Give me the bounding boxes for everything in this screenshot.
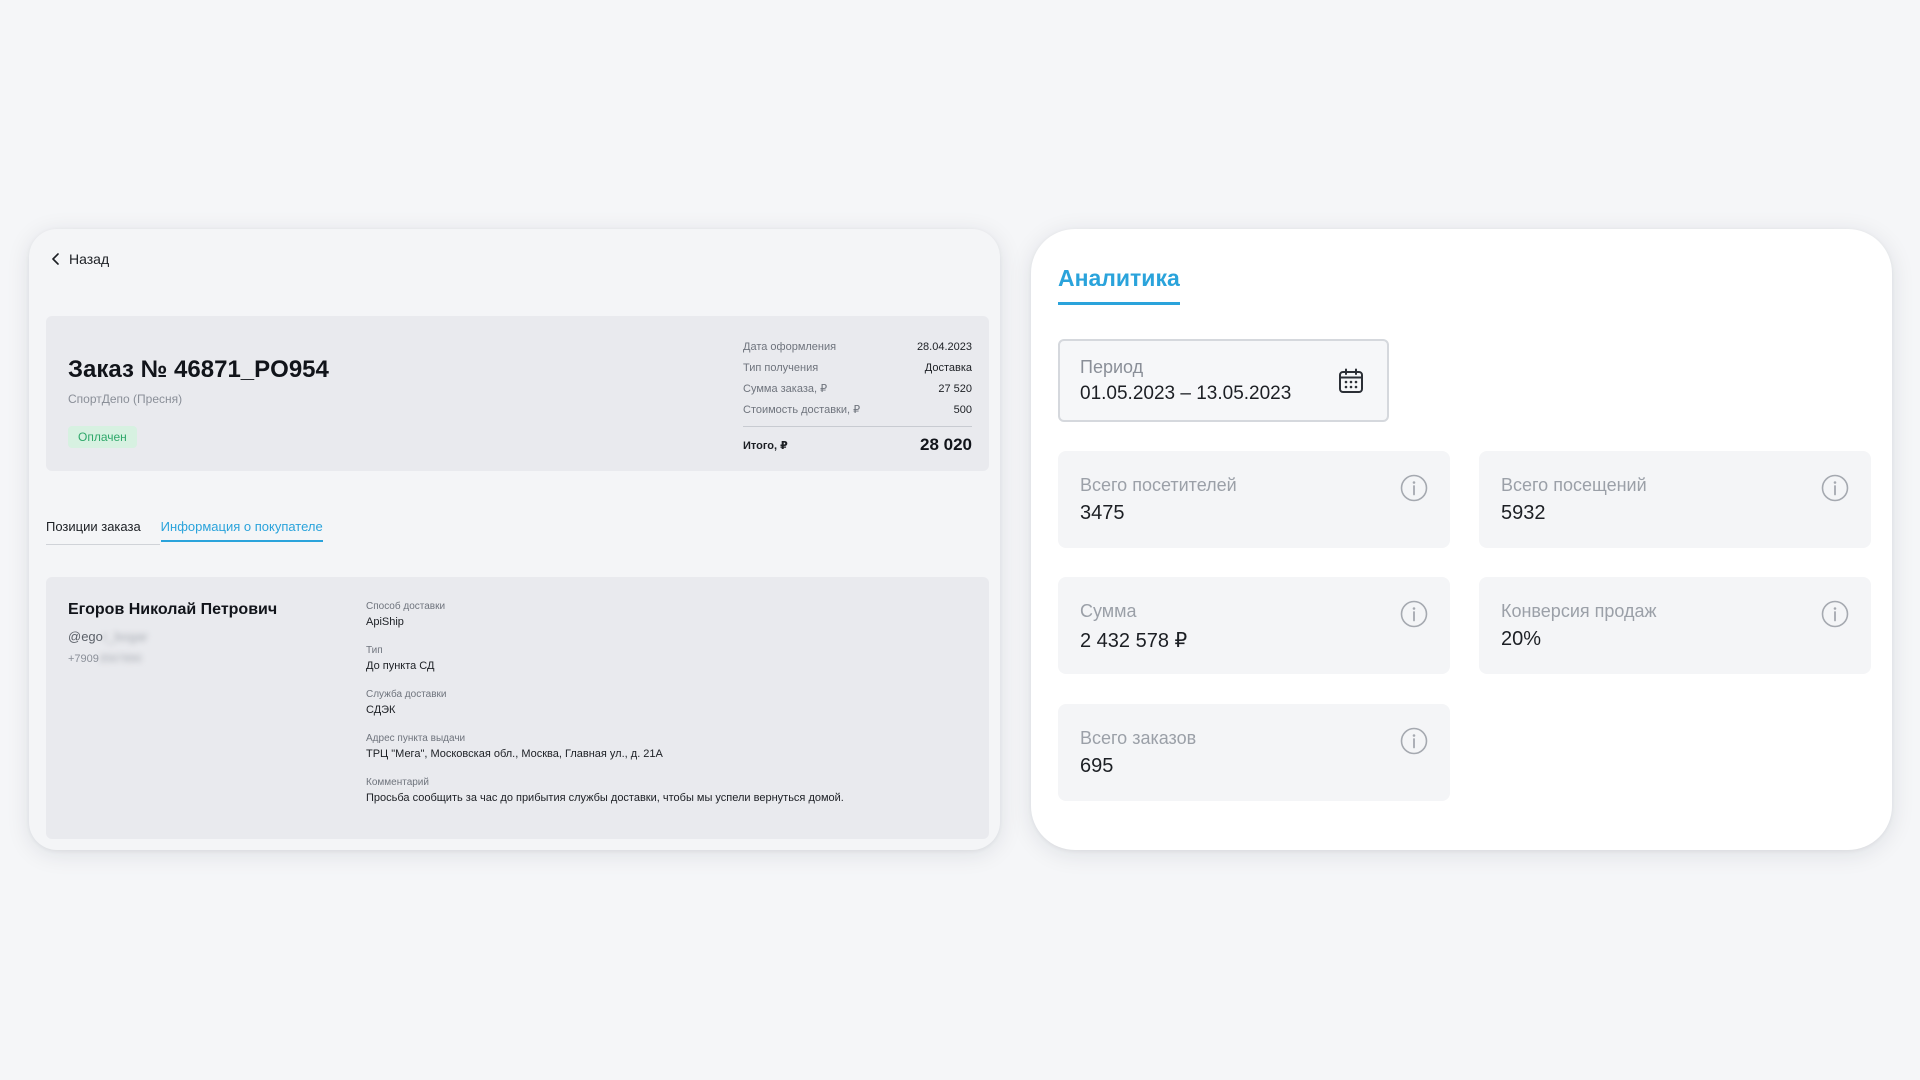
- tab-customer-info[interactable]: Информация о покупателе: [160, 519, 323, 542]
- meta-row: Тип получения Доставка: [743, 357, 972, 378]
- meta-label: Стоимость доставки, ₽: [743, 404, 861, 416]
- period-picker[interactable]: Период 01.05.2023 – 13.05.2023: [1058, 339, 1389, 422]
- meta-row: Стоимость доставки, ₽ 500: [743, 399, 972, 420]
- meta-label: Тип получения: [743, 361, 819, 374]
- total-value: 28 020: [920, 435, 972, 454]
- order-meta: Дата оформления 28.04.2023 Тип получения…: [743, 336, 972, 457]
- meta-value: 27 520: [938, 382, 972, 395]
- stat-total-orders: Всего заказов 695: [1058, 704, 1450, 801]
- info-icon[interactable]: [1399, 599, 1429, 629]
- meta-value: 500: [953, 403, 972, 416]
- detail-pickup-address: Адрес пункта выдачи ТРЦ "Мега", Московск…: [366, 731, 844, 762]
- customer-login-visible: @ego: [68, 629, 103, 644]
- meta-value: 28.04.2023: [916, 340, 972, 353]
- delivery-details: Способ доставки ApiShip Тип До пункта СД…: [366, 599, 844, 819]
- meta-value: Доставка: [924, 361, 972, 374]
- stat-value: 3475: [1080, 502, 1125, 524]
- detail-delivery-service: Служба доставки СДЭК: [366, 687, 844, 718]
- detail-delivery-method: Способ доставки ApiShip: [366, 599, 844, 630]
- analytics-card: Аналитика Период 01.05.2023 – 13.05.2023…: [1031, 229, 1892, 850]
- stat-sum: Сумма 2 432 578 ₽: [1058, 577, 1450, 674]
- info-icon[interactable]: [1820, 473, 1850, 503]
- stat-value: 20%: [1501, 628, 1542, 650]
- order-tabs: Позиции заказа Информация о покупателе: [46, 519, 323, 542]
- order-card: Назад Заказ № 46871_PO954 СпортДепо (Пре…: [29, 229, 1000, 850]
- period-label: Период: [1080, 357, 1144, 377]
- stat-total-visits: Всего посещений 5932: [1479, 451, 1871, 548]
- detail-value: ТРЦ "Мега", Московская обл., Москва, Гла…: [366, 748, 663, 760]
- detail-value: СДЭК: [366, 704, 396, 716]
- status-badge: Оплачен: [68, 426, 137, 448]
- detail-label: Тип: [366, 645, 383, 656]
- info-icon[interactable]: [1399, 473, 1429, 503]
- stat-label: Конверсия продаж: [1501, 601, 1657, 621]
- order-title: Заказ № 46871_PO954: [68, 356, 329, 383]
- stat-value: 5932: [1501, 502, 1546, 524]
- stat-label: Всего посетителей: [1080, 475, 1237, 495]
- detail-type: Тип До пункта СД: [366, 643, 844, 674]
- stat-label: Всего заказов: [1080, 728, 1197, 748]
- detail-value: ApiShip: [366, 616, 404, 628]
- total-row: Итого, ₽ 28 020: [743, 433, 972, 457]
- tab-order-items[interactable]: Позиции заказа: [46, 519, 141, 542]
- meta-divider: [743, 426, 972, 427]
- period-value: 01.05.2023 – 13.05.2023: [1080, 383, 1292, 404]
- total-label: Итого, ₽: [743, 439, 788, 452]
- back-button[interactable]: Назад: [49, 251, 109, 267]
- meta-label: Сумма заказа, ₽: [743, 383, 828, 395]
- info-icon[interactable]: [1399, 726, 1429, 756]
- detail-label: Служба доставки: [366, 689, 447, 700]
- calendar-icon[interactable]: [1337, 367, 1365, 395]
- customer-panel: Егоров Николай Петрович @egor_bogar +790…: [46, 577, 989, 839]
- detail-value: До пункта СД: [366, 660, 435, 672]
- detail-value: Просьба сообщить за час до прибытия служ…: [366, 792, 844, 804]
- customer-phone-hidden: 3567890: [98, 653, 142, 665]
- customer-phone: +79093567890: [68, 653, 142, 665]
- detail-label: Комментарий: [366, 777, 429, 788]
- customer-login: @egor_bogar: [68, 629, 148, 644]
- analytics-tab[interactable]: Аналитика: [1058, 265, 1180, 305]
- tabs-divider: [46, 544, 160, 545]
- stat-label: Сумма: [1080, 601, 1137, 621]
- order-shop: СпортДепо (Пресня): [68, 392, 183, 406]
- meta-label: Дата оформления: [743, 340, 837, 353]
- meta-row: Дата оформления 28.04.2023: [743, 336, 972, 357]
- detail-comment: Комментарий Просьба сообщить за час до п…: [366, 775, 844, 806]
- detail-label: Адрес пункта выдачи: [366, 733, 466, 744]
- back-label: Назад: [69, 251, 110, 267]
- detail-label: Способ доставки: [366, 601, 446, 612]
- order-summary: Заказ № 46871_PO954 СпортДепо (Пресня) О…: [46, 316, 989, 471]
- stat-sales-conversion: Конверсия продаж 20%: [1479, 577, 1871, 674]
- stat-total-visitors: Всего посетителей 3475: [1058, 451, 1450, 548]
- stat-value: 695: [1080, 755, 1114, 777]
- chevron-left-icon: [52, 253, 59, 265]
- customer-phone-visible: +7909: [68, 653, 99, 665]
- customer-login-hidden: r_bogar: [102, 629, 148, 644]
- stat-value: 2 432 578 ₽: [1080, 630, 1188, 652]
- info-icon[interactable]: [1820, 599, 1850, 629]
- stat-label: Всего посещений: [1501, 475, 1647, 495]
- meta-row: Сумма заказа, ₽ 27 520: [743, 378, 972, 399]
- customer-name: Егоров Николай Петрович: [68, 601, 278, 618]
